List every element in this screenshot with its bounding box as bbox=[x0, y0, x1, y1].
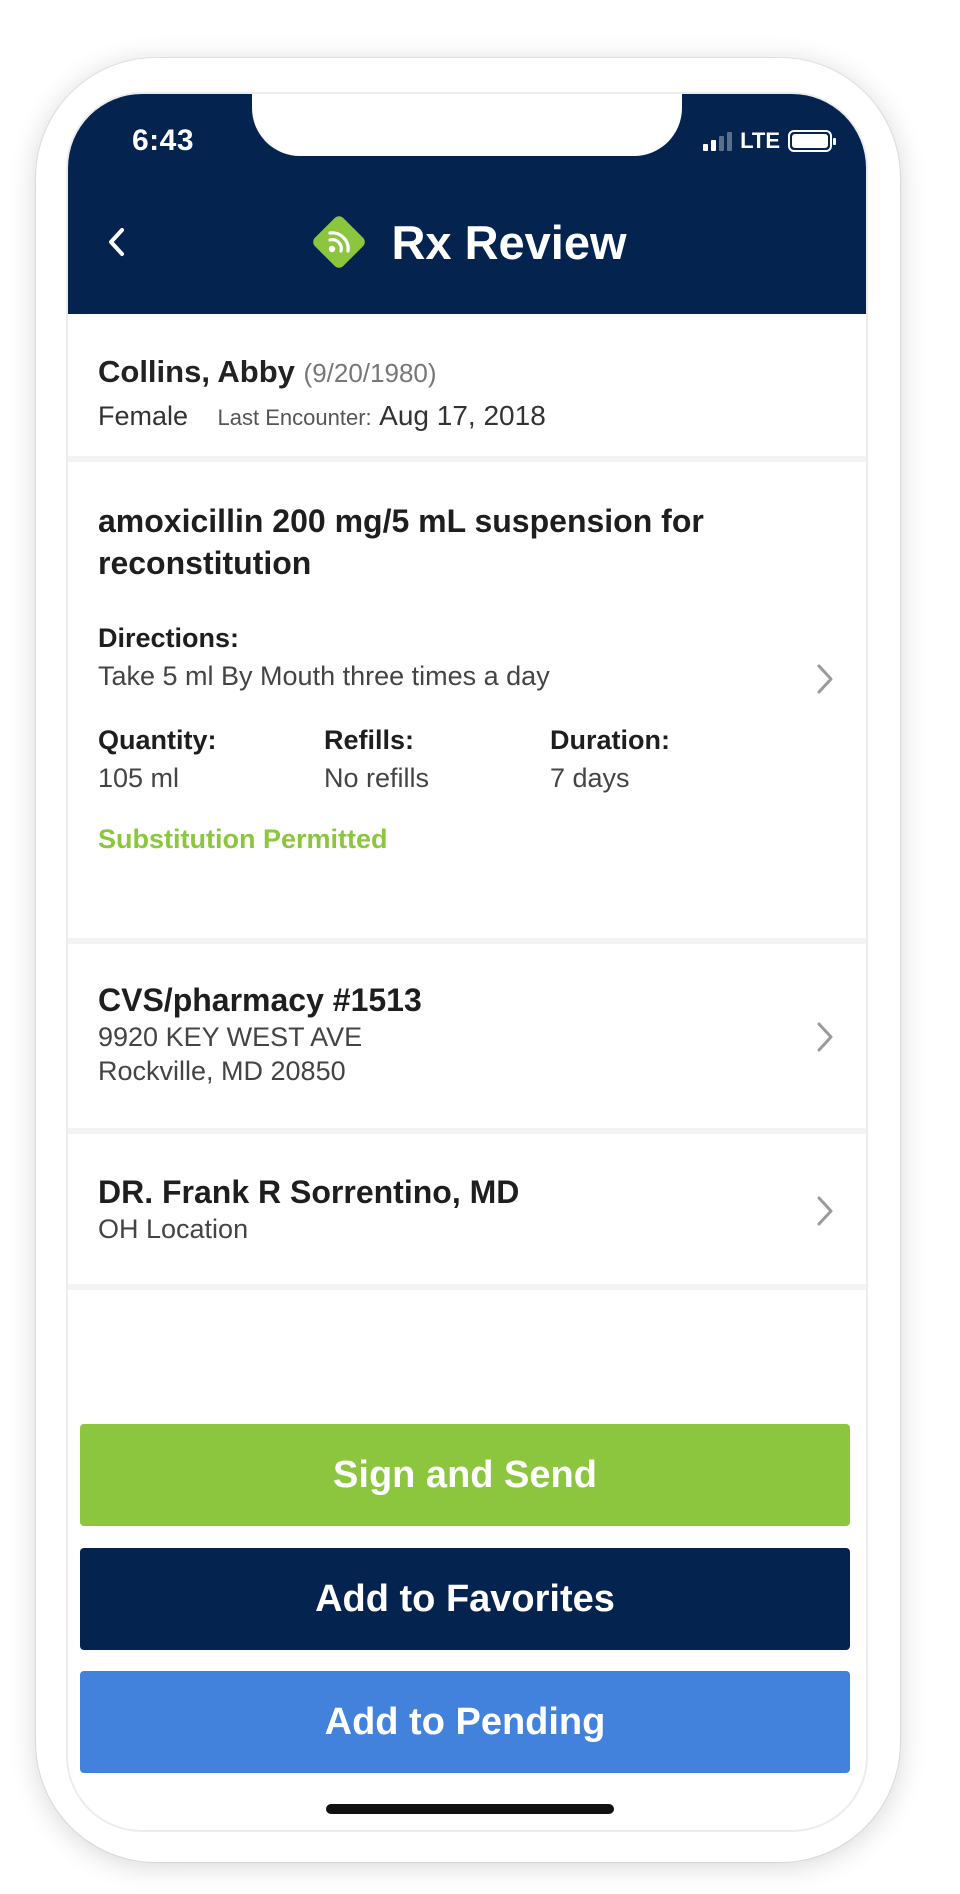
quantity-row: Quantity: 105 ml Refills: No refills Dur… bbox=[98, 722, 836, 798]
patient-gender: Female bbox=[98, 401, 189, 431]
patient-name: Collins, Abby bbox=[98, 354, 295, 389]
phone-screen: 6:43 LTE Rx Review Collins, Abby (9/20/1… bbox=[66, 92, 868, 1832]
patient-dob: (9/20/1980) bbox=[303, 358, 437, 388]
prescriber-location: OH Location bbox=[98, 1214, 249, 1244]
pharmacy-address-line1: 9920 KEY WEST AVE bbox=[98, 1022, 363, 1052]
chevron-right-icon bbox=[817, 1022, 833, 1052]
pharmacy-address-line2: Rockville, MD 20850 bbox=[98, 1056, 346, 1086]
duration-value: 7 days bbox=[550, 763, 630, 793]
page-title: Rx Review bbox=[391, 215, 627, 269]
quantity-block: Quantity: 105 ml bbox=[98, 722, 324, 798]
phone-notch bbox=[252, 94, 682, 156]
header-title-group: Rx Review bbox=[68, 212, 866, 272]
add-to-favorites-button[interactable]: Add to Favorites bbox=[80, 1548, 850, 1650]
prescriber-card[interactable]: DR. Frank R Sorrentino, MD OH Location bbox=[68, 1134, 866, 1290]
drug-name: amoxicillin 200 mg/5 mL suspension for r… bbox=[98, 503, 704, 581]
last-encounter-label: Last Encounter: bbox=[217, 405, 372, 430]
pharmacy-card[interactable]: CVS/pharmacy #1513 9920 KEY WEST AVE Roc… bbox=[68, 944, 866, 1134]
network-label: LTE bbox=[740, 128, 780, 153]
app-header: 6:43 LTE Rx Review bbox=[68, 94, 866, 314]
directions-block: Directions: Take 5 ml By Mouth three tim… bbox=[98, 620, 836, 696]
rx-wireless-logo-icon bbox=[313, 216, 366, 268]
chevron-right-icon bbox=[817, 1196, 833, 1226]
prescription-card[interactable]: amoxicillin 200 mg/5 mL suspension for r… bbox=[68, 462, 866, 944]
sign-and-send-button[interactable]: Sign and Send bbox=[80, 1424, 850, 1526]
patient-name-line: Collins, Abby (9/20/1980) bbox=[98, 352, 836, 393]
duration-label: Duration: bbox=[550, 725, 670, 755]
last-encounter-date: Aug 17, 2018 bbox=[379, 400, 546, 431]
refills-label: Refills: bbox=[324, 725, 415, 755]
directions-label: Directions: bbox=[98, 623, 240, 653]
pharmacy-name: CVS/pharmacy #1513 bbox=[98, 982, 422, 1018]
patient-details: Female Last Encounter: Aug 17, 2018 bbox=[98, 397, 836, 437]
quantity-value: 105 ml bbox=[98, 763, 180, 793]
home-indicator[interactable] bbox=[326, 1804, 614, 1814]
chevron-right-icon bbox=[817, 664, 833, 694]
refills-block: Refills: No refills bbox=[324, 722, 550, 798]
duration-block: Duration: 7 days bbox=[550, 722, 776, 798]
patient-card: Collins, Abby (9/20/1980) Female Last En… bbox=[68, 314, 866, 462]
status-indicators: LTE bbox=[703, 128, 836, 154]
add-to-pending-button[interactable]: Add to Pending bbox=[80, 1671, 850, 1773]
signal-icon bbox=[703, 131, 733, 151]
status-time: 6:43 bbox=[132, 124, 195, 157]
refills-value: No refills bbox=[324, 763, 430, 793]
battery-icon bbox=[788, 130, 836, 152]
quantity-label: Quantity: bbox=[98, 725, 217, 755]
prescriber-name: DR. Frank R Sorrentino, MD bbox=[98, 1174, 520, 1210]
substitution-status: Substitution Permitted bbox=[98, 824, 388, 854]
directions-value: Take 5 ml By Mouth three times a day bbox=[98, 661, 550, 691]
